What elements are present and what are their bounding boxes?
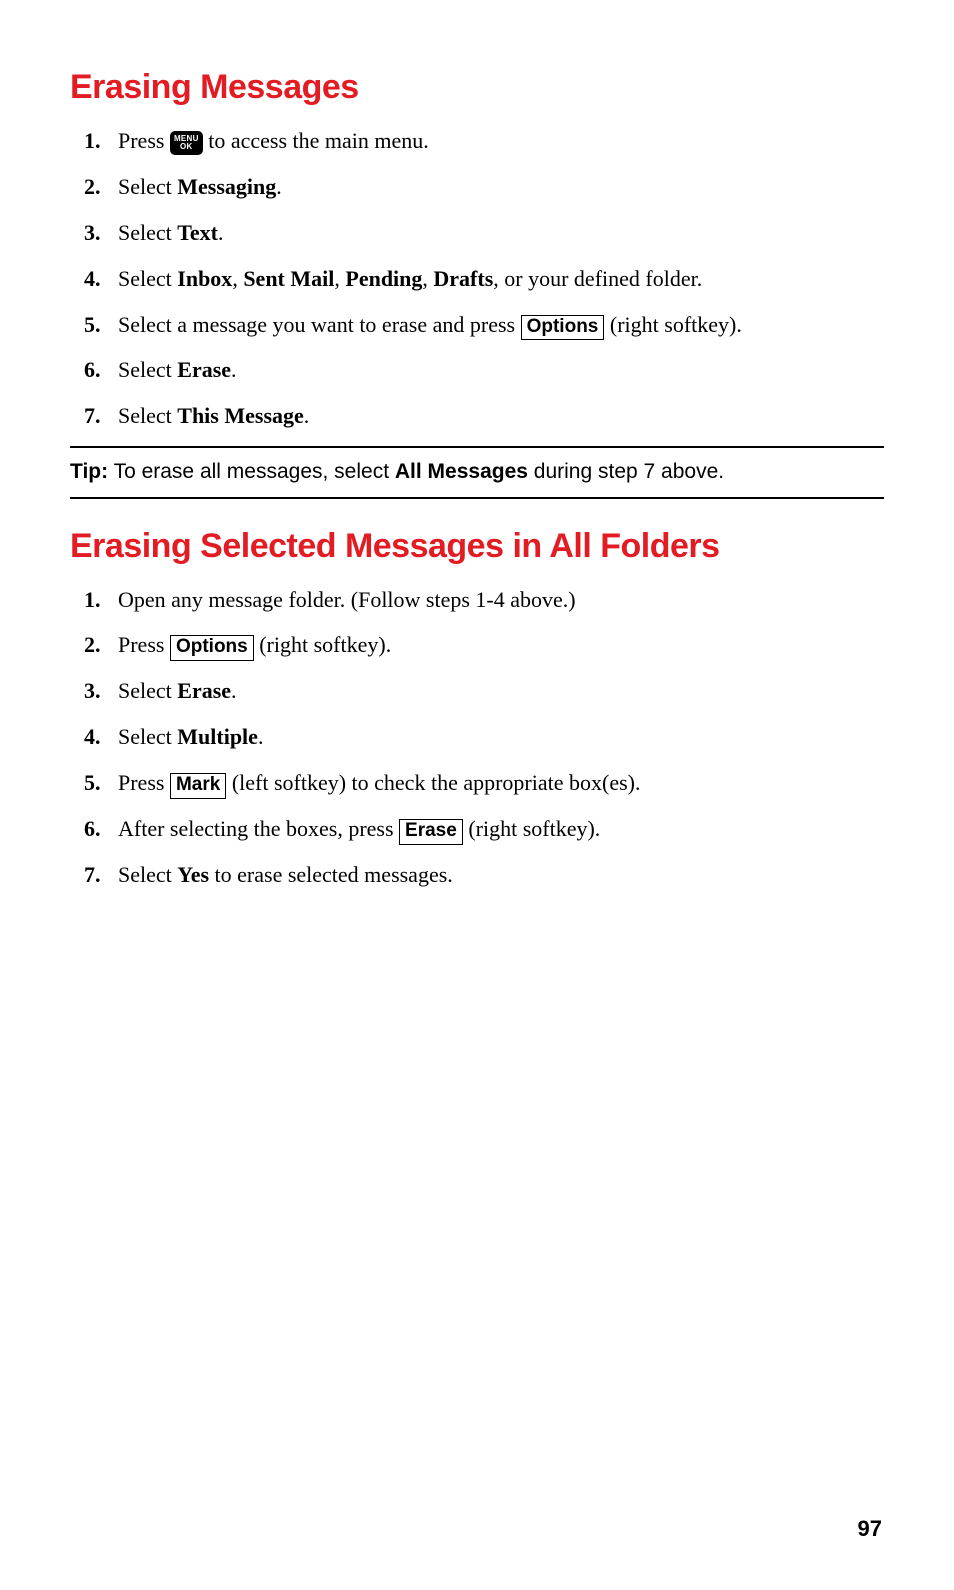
steps-list-2: 1. Open any message folder. (Follow step… <box>70 584 884 891</box>
step-text: Select <box>118 862 177 887</box>
section-heading-erasing-messages: Erasing Messages <box>70 68 884 107</box>
step-number: 5. <box>84 309 101 341</box>
step-text: (right softkey). <box>604 312 741 337</box>
step-7: 7. Select This Message. <box>118 400 884 432</box>
step-number: 3. <box>84 675 101 707</box>
step-1: 1. Press MENUOK to access the main menu. <box>118 125 884 157</box>
step-text: Select <box>118 724 177 749</box>
step-text: Select <box>118 174 177 199</box>
step-text: Press <box>118 128 170 153</box>
step-text: After selecting the boxes, press <box>118 816 399 841</box>
step-6: 6. After selecting the boxes, press Eras… <box>118 813 884 845</box>
step-text: Select <box>118 678 177 703</box>
step-number: 5. <box>84 767 101 799</box>
step-5: 5. Select a message you want to erase an… <box>118 309 884 341</box>
softkey-options: Options <box>521 315 605 341</box>
bold-term: Text <box>177 220 218 245</box>
step-1: 1. Open any message folder. (Follow step… <box>118 584 884 616</box>
bold-term: This Message <box>177 403 304 428</box>
step-number: 7. <box>84 859 101 891</box>
step-number: 6. <box>84 354 101 386</box>
softkey-mark: Mark <box>170 773 226 799</box>
step-text: . <box>276 174 282 199</box>
step-number: 6. <box>84 813 101 845</box>
step-text: Select a message you want to erase and p… <box>118 312 521 337</box>
step-2: 2. Press Options (right softkey). <box>118 629 884 661</box>
bold-term: All Messages <box>395 460 528 483</box>
step-text: (left softkey) to check the appropriate … <box>226 770 640 795</box>
step-text: to access the main menu. <box>203 128 429 153</box>
step-text: (right softkey). <box>254 632 391 657</box>
step-3: 3. Select Text. <box>118 217 884 249</box>
step-text: . <box>258 724 264 749</box>
tip-text: during step 7 above. <box>528 460 724 483</box>
step-text: , or your defined folder. <box>493 266 702 291</box>
step-5: 5. Press Mark (left softkey) to check th… <box>118 767 884 799</box>
step-text: . <box>218 220 224 245</box>
bold-term: Inbox <box>177 266 232 291</box>
bold-term: Multiple <box>177 724 258 749</box>
step-text: . <box>304 403 310 428</box>
section-heading-erasing-selected: Erasing Selected Messages in All Folders <box>70 527 884 566</box>
step-number: 4. <box>84 721 101 753</box>
step-text: Select <box>118 403 177 428</box>
step-text: , <box>232 266 243 291</box>
step-text: , <box>422 266 433 291</box>
bold-term: Messaging <box>177 174 276 199</box>
step-text: Open any message folder. (Follow steps 1… <box>118 587 576 612</box>
step-text: (right softkey). <box>463 816 600 841</box>
step-text: Select <box>118 266 177 291</box>
softkey-erase: Erase <box>399 819 463 845</box>
step-number: 1. <box>84 125 101 157</box>
bold-term: Drafts <box>433 266 493 291</box>
step-text: , <box>334 266 345 291</box>
step-text: Press <box>118 632 170 657</box>
menu-ok-key-icon: MENUOK <box>170 131 203 155</box>
step-text: Press <box>118 770 170 795</box>
step-text: . <box>231 678 237 703</box>
step-6: 6. Select Erase. <box>118 354 884 386</box>
step-4: 4. Select Inbox, Sent Mail, Pending, Dra… <box>118 263 884 295</box>
tip-text: To erase all messages, select <box>108 460 395 483</box>
step-number: 3. <box>84 217 101 249</box>
step-3: 3. Select Erase. <box>118 675 884 707</box>
bold-term: Pending <box>345 266 422 291</box>
step-7: 7. Select Yes to erase selected messages… <box>118 859 884 891</box>
step-number: 1. <box>84 584 101 616</box>
bold-term: Erase <box>177 357 231 382</box>
step-text: to erase selected messages. <box>209 862 453 887</box>
step-text: Select <box>118 357 177 382</box>
step-4: 4. Select Multiple. <box>118 721 884 753</box>
steps-list-1: 1. Press MENUOK to access the main menu.… <box>70 125 884 432</box>
step-text: . <box>231 357 237 382</box>
tip-box: Tip: To erase all messages, select All M… <box>70 446 884 498</box>
step-2: 2. Select Messaging. <box>118 171 884 203</box>
page-number: 97 <box>858 1516 882 1542</box>
bold-term: Yes <box>177 862 209 887</box>
bold-term: Erase <box>177 678 231 703</box>
step-number: 4. <box>84 263 101 295</box>
step-number: 2. <box>84 629 101 661</box>
tip-label: Tip: <box>70 460 108 483</box>
step-text: Select <box>118 220 177 245</box>
softkey-options: Options <box>170 635 254 661</box>
step-number: 2. <box>84 171 101 203</box>
step-number: 7. <box>84 400 101 432</box>
bold-term: Sent Mail <box>243 266 334 291</box>
